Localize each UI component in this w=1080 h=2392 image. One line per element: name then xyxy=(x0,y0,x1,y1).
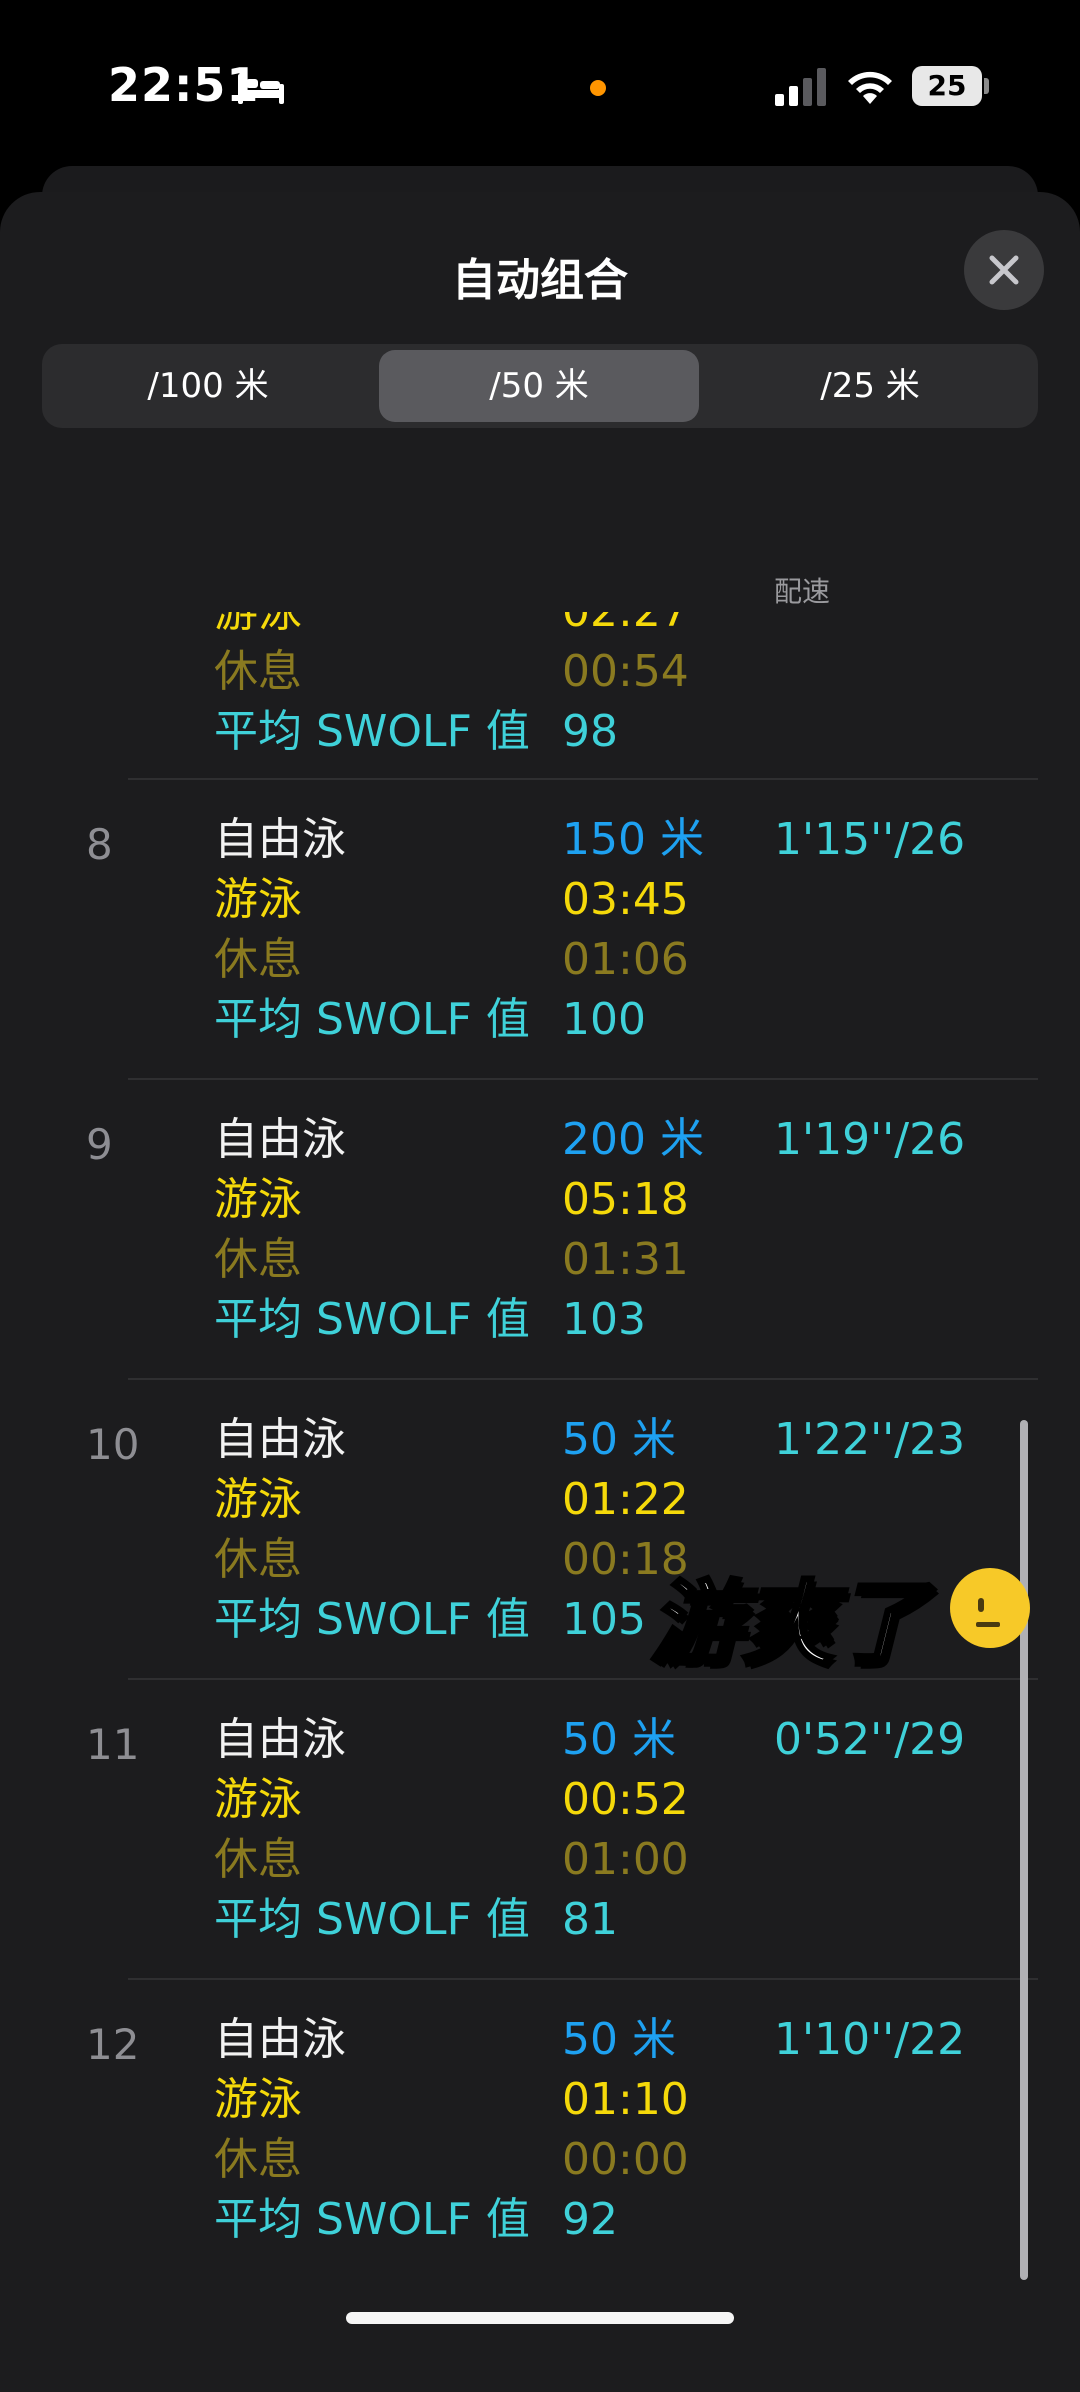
scrollbar[interactable] xyxy=(1020,1420,1028,2280)
swolf-label: 平均 SWOLF 值 xyxy=(214,1894,530,1945)
bed-icon xyxy=(238,74,284,104)
saluting-face-icon xyxy=(950,1568,1030,1648)
rest-time: 00:00 xyxy=(562,2134,689,2185)
wifi-icon xyxy=(848,71,892,104)
lap-distance: 50 米 xyxy=(562,2014,676,2065)
lap-pace: 1'22''/23 xyxy=(774,1414,966,1465)
lap-distance: 150 米 xyxy=(562,814,704,865)
swolf-label: 平均 SWOLF 值 xyxy=(214,2194,530,2245)
lap-pace: 0'52''/29 xyxy=(774,1714,966,1765)
lap-row: 12 自由泳 50 米 1'10''/22 游泳 01:10 休息 00:00 … xyxy=(0,2000,1080,2300)
swolf-label: 平均 SWOLF 值 xyxy=(214,994,530,1045)
rest-label: 休息 xyxy=(214,1834,302,1885)
rest-label: 休息 xyxy=(214,1534,302,1585)
lap-row: 9 自由泳 200 米 1'19''/26 游泳 05:18 休息 01:31 … xyxy=(0,1100,1080,1400)
rest-time: 01:31 xyxy=(562,1234,689,1285)
segment-25m[interactable]: /25 米 xyxy=(710,350,1030,422)
signal-icon xyxy=(775,68,826,106)
home-indicator[interactable] xyxy=(346,2312,734,2324)
segment-50m[interactable]: /50 米 xyxy=(379,350,699,422)
sticker-text: 游爽了 xyxy=(648,1569,928,1680)
swim-label: 游泳 xyxy=(214,1174,302,1225)
lap-list[interactable]: 游泳 02:27 休息 00:54 平均 SWOLF 值 98 8 自由泳 15… xyxy=(0,612,1080,2392)
rest-time: 01:06 xyxy=(562,934,689,985)
battery-icon: 25 xyxy=(912,66,982,106)
swim-label: 游泳 xyxy=(214,874,302,925)
lap-pace: 1'19''/26 xyxy=(774,1114,966,1165)
rest-label: 休息 xyxy=(214,1234,302,1285)
modal-sheet: 自动组合 /100 米 /50 米 /25 米 配速 游泳 02:27 休息 0… xyxy=(0,192,1080,2392)
swim-time: 00:52 xyxy=(562,1774,689,1825)
battery-cap xyxy=(984,78,989,94)
lap-number: 10 xyxy=(86,1420,140,1469)
swim-label: 游泳 xyxy=(214,1474,302,1525)
swolf-value: 103 xyxy=(562,1294,646,1345)
swolf-label: 平均 SWOLF 值 xyxy=(214,1594,530,1645)
stroke-type: 自由泳 xyxy=(214,814,346,865)
status-bar: 22:51 25 xyxy=(0,0,1080,170)
close-icon xyxy=(989,255,1019,285)
row-divider xyxy=(128,778,1038,780)
swolf-value: 100 xyxy=(562,994,646,1045)
stroke-type: 自由泳 xyxy=(214,1714,346,1765)
stroke-type: 自由泳 xyxy=(214,2014,346,2065)
lap-distance: 50 米 xyxy=(562,1414,676,1465)
lap-distance: 200 米 xyxy=(562,1114,704,1165)
swim-label: 游泳 xyxy=(214,1774,302,1825)
sticker-overlay: 游爽了 xyxy=(648,1550,1030,1680)
privacy-indicator-dot xyxy=(590,80,606,96)
swolf-value: 105 xyxy=(562,1594,646,1645)
row-divider xyxy=(128,1978,1038,1980)
row-divider xyxy=(128,1378,1038,1380)
lap-row: 8 自由泳 150 米 1'15''/26 游泳 03:45 休息 01:06 … xyxy=(0,800,1080,1100)
rest-label: 休息 xyxy=(214,934,302,985)
lap-number: 8 xyxy=(86,820,113,869)
swolf-value: 92 xyxy=(562,2194,618,2245)
lap-row: 11 自由泳 50 米 0'52''/29 游泳 00:52 休息 01:00 … xyxy=(0,1700,1080,2000)
rest-time: 01:00 xyxy=(562,1834,689,1885)
lap-number: 11 xyxy=(86,1720,140,1769)
close-button[interactable] xyxy=(964,230,1044,310)
lap-number: 9 xyxy=(86,1120,113,1169)
segment-100m[interactable]: /100 米 xyxy=(48,350,368,422)
swim-label: 游泳 xyxy=(214,2074,302,2125)
sheet-title: 自动组合 xyxy=(452,255,628,306)
pace-column-header: 配速 xyxy=(774,575,831,608)
stroke-type: 自由泳 xyxy=(214,1114,346,1165)
lap-pace: 1'10''/22 xyxy=(774,2014,966,2065)
swim-time: 05:18 xyxy=(562,1174,689,1225)
rest-label: 休息 xyxy=(214,2134,302,2185)
swim-time: 03:45 xyxy=(562,874,689,925)
lap-number: 12 xyxy=(86,2020,140,2069)
lap-pace: 1'15''/26 xyxy=(774,814,966,865)
lap-distance: 50 米 xyxy=(562,1714,676,1765)
swim-time: 01:22 xyxy=(562,1474,689,1525)
row-divider xyxy=(128,1078,1038,1080)
swolf-value: 81 xyxy=(562,1894,618,1945)
swolf-label: 平均 SWOLF 值 xyxy=(214,1294,530,1345)
unit-segmented-control: /100 米 /50 米 /25 米 xyxy=(42,344,1038,428)
stroke-type: 自由泳 xyxy=(214,1414,346,1465)
swim-time: 01:10 xyxy=(562,2074,689,2125)
